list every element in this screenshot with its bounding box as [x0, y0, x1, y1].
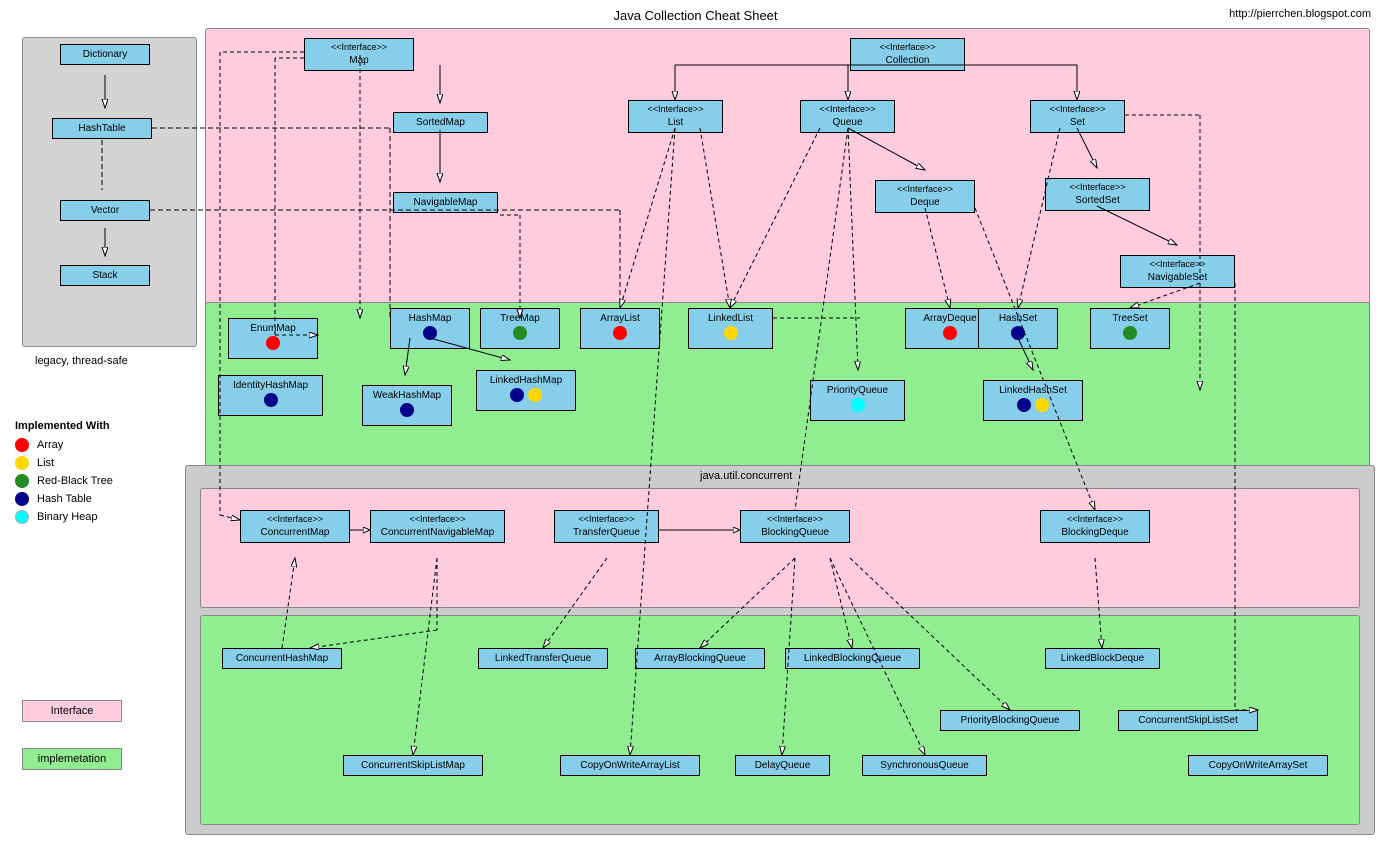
legacy-label: legacy, thread-safe: [35, 355, 128, 367]
box-set: <<Interface>> Set: [1030, 100, 1125, 133]
box-sortedset: <<Interface>> SortedSet: [1045, 178, 1150, 211]
box-linkedlist: LinkedList: [688, 308, 773, 349]
legend-dot-hashtable: [15, 492, 29, 506]
box-priorityqueue: PriorityQueue: [810, 380, 905, 421]
box-arraylist: ArrayList: [580, 308, 660, 349]
box-identityhashmap: IdentityHashMap: [218, 375, 323, 416]
box-vector: Vector: [60, 200, 150, 221]
box-concurrenthashmap: ConcurrentHashMap: [222, 648, 342, 669]
legend-binaryheap: Binary Heap: [15, 510, 113, 524]
legend-label-hashtable: Hash Table: [37, 493, 92, 505]
box-transferqueue: <<Interface>> TransferQueue: [554, 510, 659, 543]
box-concurrentnavigablemap: <<Interface>> ConcurrentNavigableMap: [370, 510, 505, 543]
box-list: <<Interface>> List: [628, 100, 723, 133]
box-treemap: TreeMap: [480, 308, 560, 349]
box-concurrentskiplistset: ConcurrentSkipListSet: [1118, 710, 1258, 731]
legend-dot-list: [15, 456, 29, 470]
box-enummap: EnumMap: [228, 318, 318, 359]
legend-title: Implemented With: [15, 420, 113, 432]
legend-list: List: [15, 456, 113, 470]
page-url: http://pierrchen.blogspot.com: [1229, 8, 1371, 20]
legend-label-list: List: [37, 457, 54, 469]
concurrent-label: java.util.concurrent: [700, 470, 792, 482]
legend-hashtable: Hash Table: [15, 492, 113, 506]
box-linkedhashset: LinkedHashSet: [983, 380, 1083, 421]
box-priorityblockingqueue: PriorityBlockingQueue: [940, 710, 1080, 731]
box-copyonwritearraylist: CopyOnWriteArrayList: [560, 755, 700, 776]
legend-dot-array: [15, 438, 29, 452]
box-blockingqueue: <<Interface>> BlockingQueue: [740, 510, 850, 543]
box-concurrentskiplistmap: ConcurrentSkipListMap: [343, 755, 483, 776]
box-navigablemap: NavigableMap: [393, 192, 498, 213]
box-treeset: TreeSet: [1090, 308, 1170, 349]
box-delayqueue: DelayQueue: [735, 755, 830, 776]
legend-interface-box: Interface: [22, 700, 122, 722]
legend: Implemented With Array List Red-Black Tr…: [15, 420, 113, 528]
box-blockingdeque: <<Interface>> BlockingDeque: [1040, 510, 1150, 543]
legend-rbt: Red-Black Tree: [15, 474, 113, 488]
box-linkedblockingqueue: LinkedBlockingQueue: [785, 648, 920, 669]
box-hashset: HashSet: [978, 308, 1058, 349]
box-sortedmap: SortedMap: [393, 112, 488, 133]
box-linkedhashmap: LinkedHashMap: [476, 370, 576, 411]
box-navigableset: <<Interface>> NavigableSet: [1120, 255, 1235, 288]
page-title: Java Collection Cheat Sheet: [613, 8, 777, 23]
box-collection: <<Interface>> Collection: [850, 38, 965, 71]
box-queue: <<Interface>> Queue: [800, 100, 895, 133]
box-weakhashmap: WeakHashMap: [362, 385, 452, 426]
legend-dot-binaryheap: [15, 510, 29, 524]
box-dictionary: Dictionary: [60, 44, 150, 65]
legend-label-binaryheap: Binary Heap: [37, 511, 98, 523]
box-linkedblockdeque: LinkedBlockDeque: [1045, 648, 1160, 669]
box-synchronousqueue: SynchronousQueue: [862, 755, 987, 776]
box-copyonwritearrayset: CopyOnWriteArraySet: [1188, 755, 1328, 776]
legend-implementation-box: implemetation: [22, 748, 122, 770]
box-arrayblockingqueue: ArrayBlockingQueue: [635, 648, 765, 669]
box-map: <<Interface>> Map: [304, 38, 414, 71]
box-hashtable: HashTable: [52, 118, 152, 139]
legend-label-array: Array: [37, 439, 63, 451]
concurrent-interface-region: [200, 488, 1360, 608]
box-linkedtransferqueue: LinkedTransferQueue: [478, 648, 608, 669]
box-hashmap: HashMap: [390, 308, 470, 349]
legend-label-rbt: Red-Black Tree: [37, 475, 113, 487]
legend-dot-rbt: [15, 474, 29, 488]
box-stack: Stack: [60, 265, 150, 286]
box-deque: <<Interface>> Deque: [875, 180, 975, 213]
legend-array: Array: [15, 438, 113, 452]
box-concurrentmap: <<Interface>> ConcurrentMap: [240, 510, 350, 543]
legacy-region: [22, 37, 197, 347]
